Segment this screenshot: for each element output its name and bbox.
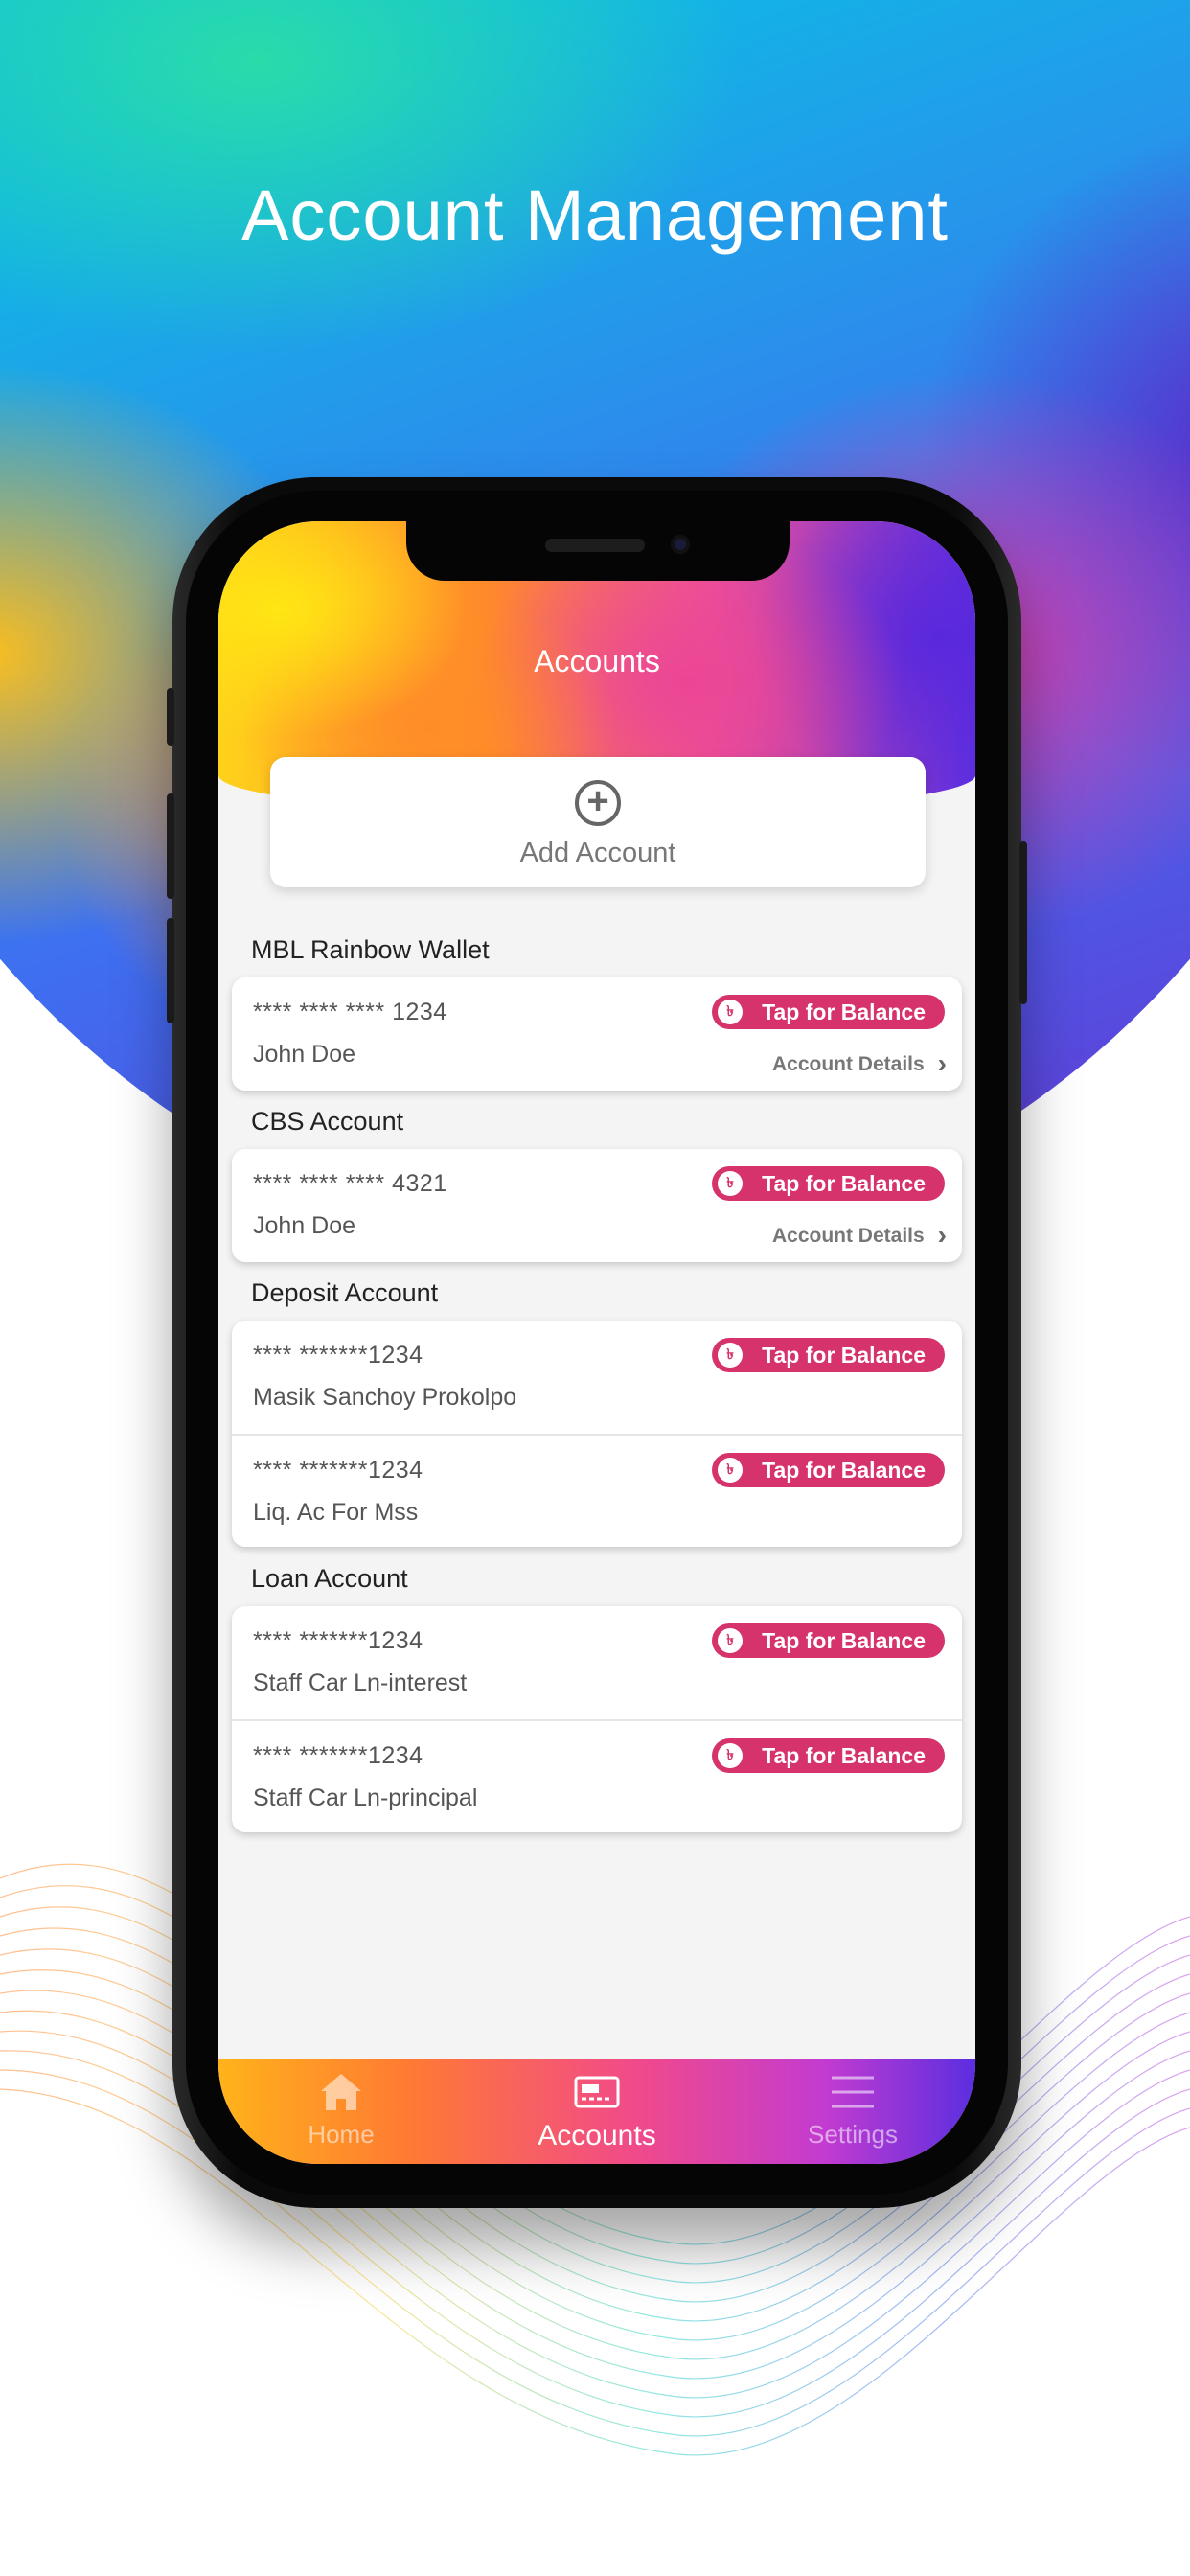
account-name: Masik Sanchoy Prokolpo xyxy=(253,1384,517,1411)
section-title-cbs: CBS Account xyxy=(251,1107,404,1136)
taka-icon: ৳ xyxy=(718,1458,744,1483)
tap-for-balance-label: Tap for Balance xyxy=(762,1171,926,1196)
account-details-link[interactable]: Account Details › xyxy=(771,1046,947,1078)
account-holder: John Doe xyxy=(253,1041,356,1068)
account-row[interactable]: **** *******1234 Staff Car Ln-principal … xyxy=(232,1719,962,1832)
loan-card: **** *******1234 Staff Car Ln-interest ৳… xyxy=(232,1606,962,1832)
taka-icon: ৳ xyxy=(718,1171,744,1196)
screen-title: Accounts xyxy=(534,644,660,678)
headline: Account Management xyxy=(241,175,949,255)
add-account-label: Add Account xyxy=(519,838,676,868)
home-icon xyxy=(321,2074,361,2110)
tab-accounts[interactable]: Accounts xyxy=(501,2070,693,2152)
deposit-card: **** *******1234 Masik Sanchoy Prokolpo … xyxy=(232,1321,962,1547)
account-holder: John Doe xyxy=(253,1212,356,1239)
account-number: **** **** **** 4321 xyxy=(253,1170,447,1197)
account-row[interactable]: **** *******1234 Staff Car Ln-interest ৳… xyxy=(232,1606,962,1719)
tap-for-balance-label: Tap for Balance xyxy=(762,1000,926,1024)
add-account-button[interactable]: + Add Account xyxy=(270,757,926,887)
section-title-loan: Loan Account xyxy=(251,1564,408,1593)
mute-switch xyxy=(167,688,174,746)
power-button xyxy=(1019,841,1027,1004)
speaker-grille xyxy=(545,539,645,552)
notch xyxy=(406,521,790,581)
account-details-label: Account Details xyxy=(771,1225,925,1247)
account-number: **** *******1234 xyxy=(253,1457,423,1484)
tap-for-balance-button[interactable]: ৳ Tap for Balance xyxy=(712,1453,945,1487)
account-name: Liq. Ac For Mss xyxy=(253,1499,419,1526)
volume-up-button xyxy=(167,794,174,899)
account-row[interactable]: **** *******1234 Masik Sanchoy Prokolpo … xyxy=(232,1321,962,1434)
taka-icon: ৳ xyxy=(718,1343,744,1368)
tap-for-balance-button[interactable]: ৳ Tap for Balance xyxy=(712,1623,945,1658)
add-circle-icon: + xyxy=(575,780,621,826)
chevron-right-icon: › xyxy=(937,1220,947,1250)
cbs-card: **** **** **** 4321 John Doe ৳ Tap for B… xyxy=(232,1149,962,1262)
front-camera xyxy=(671,535,690,554)
tap-for-balance-button[interactable]: ৳ Tap for Balance xyxy=(712,1166,945,1201)
tab-settings-label: Settings xyxy=(808,2120,898,2149)
bottom-tab-bar: Home Accounts Settings xyxy=(218,2058,975,2164)
tab-settings[interactable]: Settings xyxy=(757,2070,949,2150)
taka-icon: ৳ xyxy=(718,1000,744,1024)
promo-page: Account Management Accounts + Add Accoun… xyxy=(0,0,1190,2576)
account-row[interactable]: **** **** **** 4321 John Doe ৳ Tap for B… xyxy=(232,1149,962,1262)
wallet-card: **** **** **** 1234 John Doe ৳ Tap for B… xyxy=(232,978,962,1091)
account-details-link[interactable]: Account Details › xyxy=(771,1218,947,1250)
tap-for-balance-label: Tap for Balance xyxy=(762,1458,926,1483)
tap-for-balance-button[interactable]: ৳ Tap for Balance xyxy=(712,1338,945,1372)
account-row[interactable]: **** **** **** 1234 John Doe ৳ Tap for B… xyxy=(232,978,962,1091)
section-title-deposit: Deposit Account xyxy=(251,1278,439,1307)
card-icon xyxy=(574,2076,620,2108)
account-row[interactable]: **** *******1234 Liq. Ac For Mss ৳ Tap f… xyxy=(232,1434,962,1547)
account-name: Staff Car Ln-principal xyxy=(253,1784,478,1811)
chevron-right-icon: › xyxy=(937,1048,947,1078)
tab-home[interactable]: Home xyxy=(245,2070,437,2150)
app-screen: Accounts + Add Account MBL Rainbow Walle… xyxy=(218,521,975,2164)
account-details-label: Account Details xyxy=(771,1053,925,1075)
tap-for-balance-label: Tap for Balance xyxy=(762,1628,926,1653)
menu-icon xyxy=(832,2076,874,2108)
tap-for-balance-label: Tap for Balance xyxy=(762,1743,926,1768)
account-name: Staff Car Ln-interest xyxy=(253,1669,468,1696)
tab-home-label: Home xyxy=(308,2120,375,2149)
taka-icon: ৳ xyxy=(718,1628,744,1653)
account-number: **** *******1234 xyxy=(253,1742,423,1769)
account-number: **** **** **** 1234 xyxy=(253,999,447,1025)
account-number: **** *******1234 xyxy=(253,1627,423,1654)
account-number: **** *******1234 xyxy=(253,1342,423,1368)
tab-accounts-label: Accounts xyxy=(538,2120,656,2151)
section-title-wallet: MBL Rainbow Wallet xyxy=(251,935,490,964)
volume-down-button xyxy=(167,918,174,1024)
tap-for-balance-button[interactable]: ৳ Tap for Balance xyxy=(712,995,945,1029)
tap-for-balance-label: Tap for Balance xyxy=(762,1343,926,1368)
phone-frame: Accounts + Add Account MBL Rainbow Walle… xyxy=(167,477,1027,2208)
tap-for-balance-button[interactable]: ৳ Tap for Balance xyxy=(712,1738,945,1773)
taka-icon: ৳ xyxy=(718,1743,744,1768)
